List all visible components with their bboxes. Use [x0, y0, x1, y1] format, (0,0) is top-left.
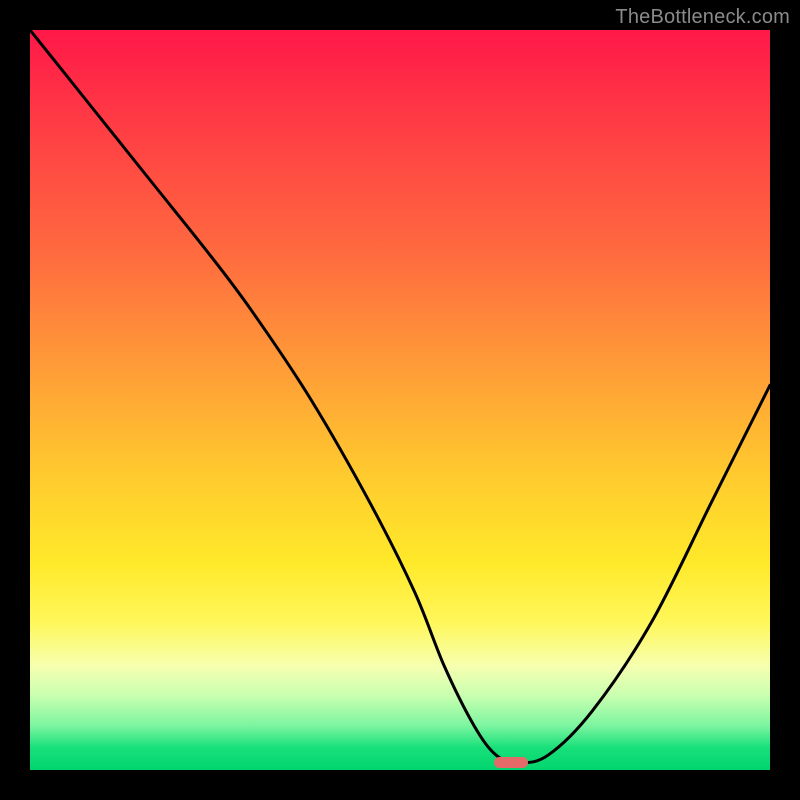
bottleneck-curve — [30, 30, 770, 770]
plot-area — [30, 30, 770, 770]
curve-path — [30, 30, 770, 763]
watermark-text: TheBottleneck.com — [615, 6, 790, 29]
optimal-marker — [494, 757, 527, 769]
chart-frame: TheBottleneck.com — [0, 0, 800, 800]
